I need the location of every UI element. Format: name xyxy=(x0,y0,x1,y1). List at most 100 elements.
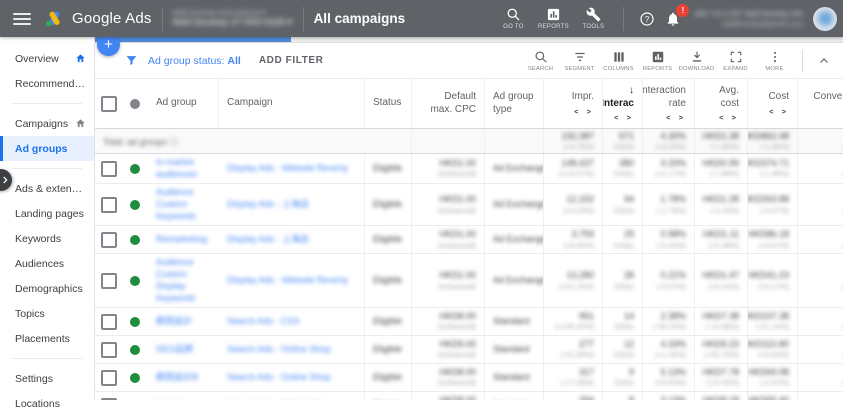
row-checkbox[interactable] xyxy=(101,161,117,177)
campaign-link[interactable]: Search Ads - Online Shop xyxy=(227,344,331,356)
select-all-checkbox[interactable] xyxy=(101,96,117,112)
table-row[interactable]: RemarketingDisplay Ads - 上海店EligibleHKD1… xyxy=(95,226,843,254)
table-row[interactable]: 網頁設計BSearch Ads - Online ShopEligibleHKD… xyxy=(95,364,843,392)
metric-value: 571 xyxy=(619,131,634,142)
table-row[interactable]: Audience Custom Display Keywords Display … xyxy=(95,254,843,308)
sidebar-item-keywords[interactable]: Keywords xyxy=(0,226,94,251)
account-selector[interactable]: Wall Develop International ▾ Wall Develo… xyxy=(173,8,293,29)
tools-button[interactable]: TOOLS xyxy=(573,7,613,30)
sidebar-item-recommendations[interactable]: Recommendations xyxy=(0,71,94,96)
column-label: Avg. cost xyxy=(703,85,739,110)
user-info[interactable]: 486 713 4 567 Wall Develop Info walldeve… xyxy=(694,9,803,29)
ad-group-link[interactable]: 網頁設計 xyxy=(156,316,192,328)
more-button[interactable]: MORE xyxy=(755,50,794,72)
status-dot-icon[interactable] xyxy=(130,235,140,245)
campaign-link[interactable]: Display Ads - 上海店 xyxy=(227,199,309,211)
scrollbar-thumb[interactable] xyxy=(95,37,291,42)
cpc-subvalue: (enhanced) xyxy=(438,322,476,332)
divider xyxy=(303,7,304,31)
campaign-link[interactable]: Search Ads - CSS xyxy=(227,316,300,328)
metric-value: 277 xyxy=(579,339,594,350)
menu-icon[interactable] xyxy=(13,13,31,25)
column-header-cost[interactable]: Cost< > xyxy=(748,79,798,128)
reports-button[interactable]: REPORTS xyxy=(533,7,573,30)
column-header-status[interactable]: Status xyxy=(365,79,412,128)
campaign-link[interactable]: Search Ads - Online Shop xyxy=(227,372,331,384)
sidebar-item-ads-extensions[interactable]: Ads & extensions xyxy=(0,176,94,201)
sidebar-item-settings[interactable]: Settings xyxy=(0,366,94,391)
divider xyxy=(12,168,82,169)
column-header-conversions[interactable]: Conversions< > xyxy=(798,79,843,128)
ad-group-link[interactable]: 網頁設計B xyxy=(156,372,198,384)
column-compare-toggles[interactable]: < > xyxy=(666,113,686,122)
sidebar-item-ad-groups[interactable]: Ad groups xyxy=(0,136,94,161)
download-button[interactable]: DOWNLOAD xyxy=(677,50,716,72)
help-button[interactable]: ? xyxy=(634,6,660,32)
column-header-ad-group[interactable]: Ad group xyxy=(148,79,219,128)
filter-chip[interactable]: Ad group status: All xyxy=(148,55,241,67)
column-compare-toggles[interactable]: < > xyxy=(719,113,739,122)
status-dot-icon[interactable] xyxy=(130,317,140,327)
avatar[interactable] xyxy=(813,7,837,31)
sidebar-item-locations[interactable]: Locations xyxy=(0,391,94,416)
search-button[interactable]: SEARCH xyxy=(521,50,560,72)
row-checkbox[interactable] xyxy=(101,273,117,289)
column-compare-toggles[interactable]: < > xyxy=(769,107,789,116)
columns-button[interactable]: COLUMNS xyxy=(599,50,638,72)
metric-value: 2.38% xyxy=(660,311,686,322)
status-dot-icon[interactable] xyxy=(130,345,140,355)
cell-interactions: 8Clicks xyxy=(603,392,643,400)
table-row[interactable]: 網頁設計Search Ads - CSSEligibleHKD8.00(enha… xyxy=(95,308,843,336)
column-header-impressions[interactable]: Impr.< > xyxy=(544,79,603,128)
sidebar-item-demographics[interactable]: Demographics xyxy=(0,276,94,301)
status-dot-icon[interactable] xyxy=(130,200,140,210)
ad-group-link[interactable]: SEO品牌 xyxy=(156,344,193,356)
cell-interaction-rate: 3.13%(-8.01%) xyxy=(643,392,695,400)
status-dot-icon[interactable] xyxy=(130,276,140,286)
sidebar-item-landing-pages[interactable]: Landing pages xyxy=(0,201,94,226)
metric-subvalue: (+105.42%) xyxy=(555,322,594,332)
collapse-panel-button[interactable] xyxy=(811,55,837,67)
campaign-link[interactable]: Display Ads - Website Reverty xyxy=(227,275,348,287)
column-header-interaction-rate[interactable]: Interaction rate< > xyxy=(643,79,695,128)
status-dot-icon[interactable] xyxy=(130,164,140,174)
table-row[interactable]: In-market audiences Display Ads - Website… xyxy=(95,154,843,184)
ad-group-link[interactable]: In-market audiences xyxy=(156,157,211,180)
campaign-link[interactable]: Display Ads - 上海店 xyxy=(227,234,309,246)
table-row[interactable]: GraphicSearch Ads - Online ShopEligibleH… xyxy=(95,392,843,400)
column-header-interactions[interactable]: ↓ Interac< > xyxy=(603,79,643,128)
svg-text:?: ? xyxy=(645,15,650,24)
column-header-default-max-cpc[interactable]: Default max. CPC xyxy=(412,79,485,128)
column-header-ad-group-type[interactable]: Ad group type xyxy=(485,79,544,128)
cell-status-dot xyxy=(122,184,148,225)
column-compare-toggles[interactable]: < > xyxy=(574,107,594,116)
segment-button[interactable]: SEGMENT xyxy=(560,50,599,72)
ad-group-link[interactable]: Remarketing xyxy=(156,234,207,246)
row-checkbox[interactable] xyxy=(101,314,117,330)
sidebar-item-audiences[interactable]: Audiences xyxy=(0,251,94,276)
sidebar-item-topics[interactable]: Topics xyxy=(0,301,94,326)
notifications-button[interactable]: ! xyxy=(660,6,686,32)
row-checkbox[interactable] xyxy=(101,370,117,386)
column-header-avg-cost[interactable]: Avg. cost < > xyxy=(695,79,748,128)
status-dot-icon[interactable] xyxy=(130,373,140,383)
cell-interaction-rate: 4.33%(+1.34%) xyxy=(643,336,695,363)
campaign-link[interactable]: Display Ads - Website Reverty xyxy=(227,163,348,175)
reports-button[interactable]: REPORTS xyxy=(638,50,677,72)
sidebar-item-campaigns[interactable]: Campaigns xyxy=(0,111,94,136)
cell-interaction-rate: 4.33%(+2.17%) xyxy=(643,154,695,183)
ad-group-link[interactable]: Audience Custom Keywords xyxy=(156,187,211,222)
sidebar-item-overview[interactable]: Overview xyxy=(0,46,94,71)
goto-button[interactable]: GO TO xyxy=(493,7,533,30)
column-compare-toggles[interactable]: < > xyxy=(614,113,634,122)
row-checkbox[interactable] xyxy=(101,232,117,248)
table-row[interactable]: Audience Custom Keywords Display Ads - 上海… xyxy=(95,184,843,226)
column-header-campaign[interactable]: Campaign xyxy=(219,79,365,128)
row-checkbox[interactable] xyxy=(101,197,117,213)
add-filter-button[interactable]: ADD FILTER xyxy=(259,55,324,66)
ad-group-link[interactable]: Audience Custom Display Keywords xyxy=(156,257,211,304)
sidebar-item-placements[interactable]: Placements xyxy=(0,326,94,351)
expand-button[interactable]: EXPAND xyxy=(716,50,755,72)
table-row[interactable]: SEO品牌Search Ads - Online ShopEligibleHKD… xyxy=(95,336,843,364)
row-checkbox[interactable] xyxy=(101,342,117,358)
